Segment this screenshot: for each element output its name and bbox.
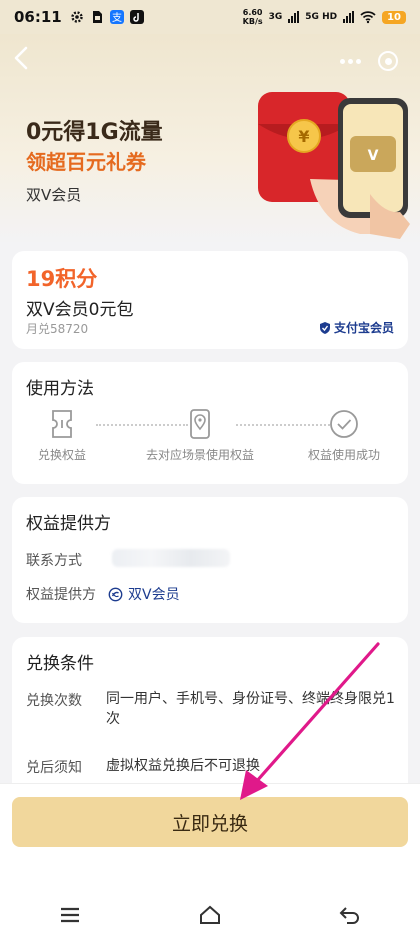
hero-brand: 双V会员 <box>26 186 82 204</box>
usage-step-success: 权益使用成功 <box>284 408 404 463</box>
conditions-title: 兑换条件 <box>26 654 94 674</box>
redeem-now-button[interactable]: 立即兑换 <box>12 797 408 847</box>
status-notification-icons: 支 <box>70 10 144 24</box>
close-program-icon[interactable] <box>378 51 398 71</box>
back-arrow-icon[interactable] <box>10 44 34 72</box>
status-bar: 06:11 支 6.60 KB/s 3G 5G HD 10 <box>0 0 420 34</box>
usage-step-redeem: 兑换权益 <box>2 408 122 463</box>
signal-3g-label: 3G <box>268 12 283 22</box>
check-circle-icon <box>330 410 358 438</box>
usage-step-scene: 去对应场景使用权益 <box>140 408 260 463</box>
package-name: 双V会员0元包 <box>26 300 134 320</box>
battery-indicator: 10 <box>382 10 406 24</box>
usage-method-card: 使用方法 兑换权益 去对应场景使用权益 权益使用成功 <box>12 362 408 484</box>
bottom-action-bar: 立即兑换 <box>0 783 420 940</box>
condition-value: 同一用户、手机号、身份证号、终端终身限兑1次 <box>106 691 395 727</box>
svg-text:支: 支 <box>112 12 122 24</box>
provider-label: 权益提供方 <box>26 587 96 603</box>
ticket-icon <box>52 410 72 438</box>
more-options-icon[interactable] <box>340 58 361 64</box>
gear-icon <box>71 11 83 23</box>
alipay-member-label: 支付宝会员 <box>333 321 394 335</box>
product-card: 19积分 双V会员0元包 月兑58720 支付宝会员 <box>12 251 408 349</box>
net-speed-value: 6.60 <box>242 8 263 17</box>
provider-value: 双V会员 <box>128 587 180 603</box>
home-icon[interactable] <box>198 904 222 926</box>
status-right-group: 6.60 KB/s 3G 5G HD 10 <box>243 8 406 26</box>
step-label: 权益使用成功 <box>307 448 380 462</box>
net-speed-unit: KB/s <box>242 17 263 26</box>
step-label: 去对应场景使用权益 <box>145 448 254 462</box>
alipay-member-badge: 支付宝会员 <box>319 319 394 336</box>
system-nav-bar <box>0 890 420 940</box>
signal-5g-label: 5G HD <box>305 12 338 22</box>
menu-icon[interactable] <box>58 904 82 926</box>
contact-value-redacted <box>112 549 230 567</box>
svg-text:V: V <box>368 148 379 164</box>
signal-bars-icon <box>288 11 300 23</box>
points-price: 19积分 <box>26 267 98 291</box>
condition-label: 兑后须知 <box>26 760 82 776</box>
net-speed: 6.60 KB/s <box>243 8 263 26</box>
hero-subtitle: 领超百元礼券 <box>26 150 146 174</box>
monthly-redemptions: 月兑58720 <box>26 322 89 336</box>
alipay-app-icon: 支 <box>109 10 124 24</box>
provider-title: 权益提供方 <box>26 514 111 534</box>
sim-card-icon <box>92 11 102 23</box>
mini-program-capsule <box>332 46 406 76</box>
conditions-card: 兑换条件 兑换次数 同一用户、手机号、身份证号、终端终身限兑1次 兑后须知 虚拟… <box>12 637 408 787</box>
hero-title: 0元得1G流量 <box>26 120 163 145</box>
condition-label: 兑换次数 <box>26 693 82 709</box>
signal-bars-icon <box>343 11 355 23</box>
step-label: 兑换权益 <box>37 448 86 462</box>
provider-logo-icon <box>108 587 123 601</box>
provider-link[interactable]: 双V会员 <box>108 584 180 604</box>
red-envelope-phone-illustration: ¥ V <box>258 92 410 239</box>
status-time: 06:11 <box>14 8 62 26</box>
tiktok-app-icon <box>129 10 144 24</box>
location-pin-icon <box>190 409 210 439</box>
svg-text:¥: ¥ <box>298 127 309 146</box>
provider-card: 权益提供方 联系方式 权益提供方 双V会员 <box>12 497 408 623</box>
usage-title: 使用方法 <box>26 379 94 399</box>
wifi-icon <box>360 11 376 24</box>
contact-label: 联系方式 <box>26 553 82 569</box>
hero-banner: 0元得1G流量 领超百元礼券 双V会员 ¥ V <box>0 34 420 244</box>
condition-value: 虚拟权益兑换后不可退换 <box>106 758 260 774</box>
back-nav-icon[interactable] <box>338 904 362 926</box>
alipay-shield-icon <box>319 321 330 334</box>
